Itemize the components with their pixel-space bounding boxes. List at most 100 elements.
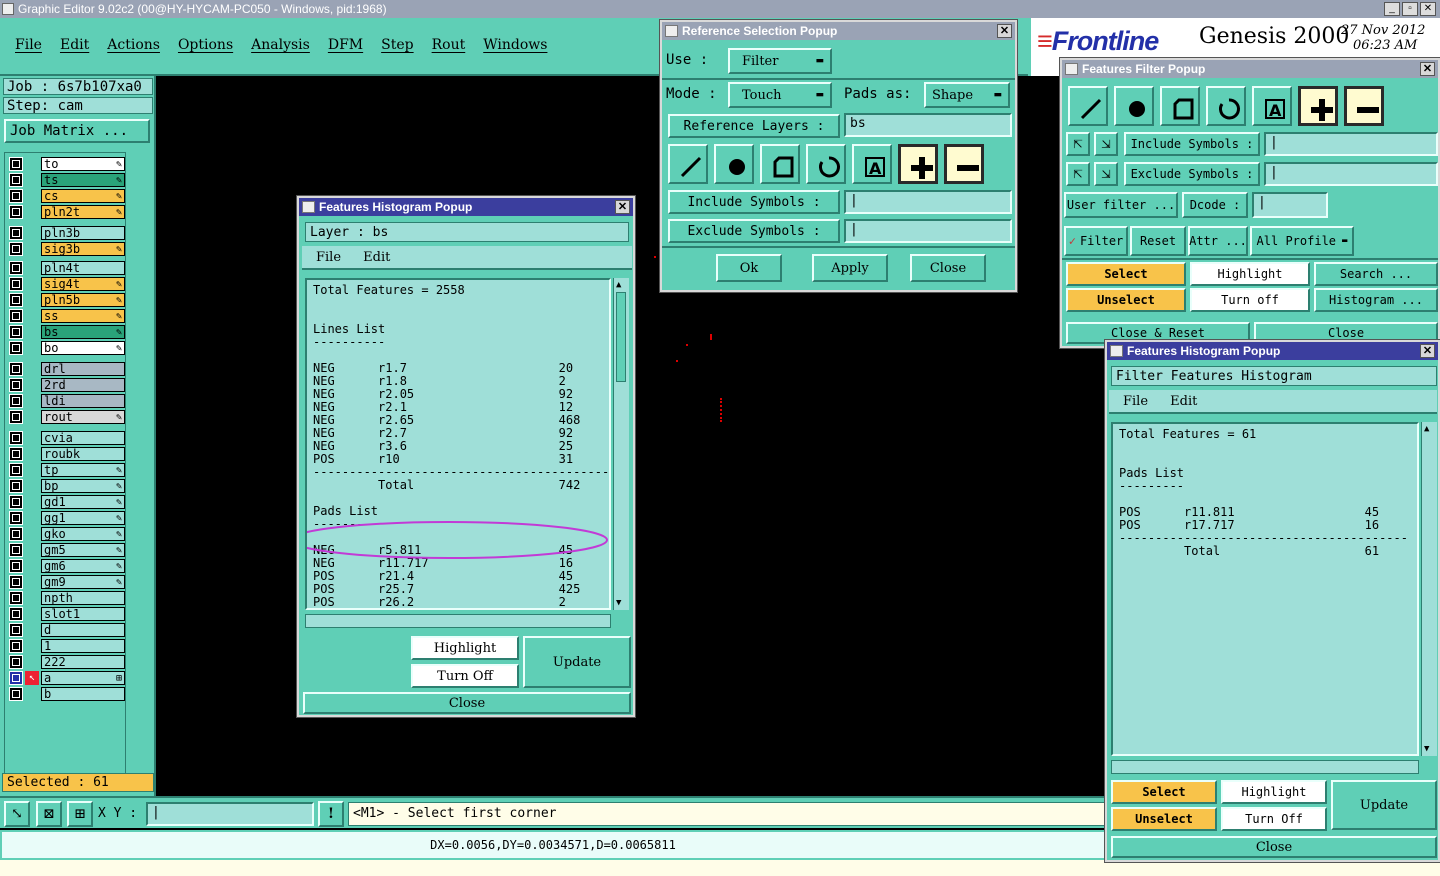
pads-as-dropdown[interactable]: Shape ▬ bbox=[924, 82, 1010, 108]
layer-name[interactable]: npth bbox=[41, 591, 125, 605]
layer-row[interactable]: bp ✎ bbox=[9, 479, 127, 493]
close-button[interactable]: Close bbox=[303, 692, 631, 714]
layer-row[interactable]: pln5b ✎ bbox=[9, 293, 127, 307]
layer-checkbox[interactable] bbox=[9, 527, 23, 541]
layer-checkbox[interactable] bbox=[9, 157, 23, 171]
layer-row[interactable]: to ✎ bbox=[9, 157, 127, 171]
layer-row[interactable]: 1 bbox=[9, 639, 127, 653]
layer-checkbox[interactable] bbox=[9, 671, 23, 685]
layer-row[interactable]: ↖ a ⊞ bbox=[9, 671, 127, 685]
layer-checkbox[interactable] bbox=[9, 410, 23, 424]
layer-name[interactable]: bo ✎ bbox=[41, 341, 125, 355]
layer-row[interactable]: 222 bbox=[9, 655, 127, 669]
highlight-button[interactable]: Highlight bbox=[1190, 262, 1310, 286]
maximize-button[interactable]: ▫ bbox=[1402, 2, 1418, 16]
turn-off-button[interactable]: Turn Off bbox=[411, 664, 519, 688]
histogram-left-title-bar[interactable]: Features Histogram Popup ✕ bbox=[299, 198, 633, 216]
close-window-button[interactable]: ✕ bbox=[1420, 2, 1436, 16]
layer-row[interactable]: roubk bbox=[9, 447, 127, 461]
reference-title-bar[interactable]: Reference Selection Popup ✕ bbox=[662, 22, 1015, 40]
mode-dropdown[interactable]: Touch ▬ bbox=[728, 82, 832, 108]
layer-name[interactable]: b bbox=[41, 687, 125, 701]
menu-file[interactable]: File bbox=[316, 250, 341, 265]
layer-checkbox[interactable] bbox=[9, 591, 23, 605]
layer-name[interactable]: pln4t bbox=[41, 261, 125, 275]
menu-analysis[interactable]: Analysis bbox=[251, 37, 310, 53]
include-pick-icon[interactable]: ⇱ bbox=[1066, 132, 1090, 156]
layer-row[interactable]: ts ✎ bbox=[9, 173, 127, 187]
profile-dropdown[interactable]: All Profile ▬ bbox=[1250, 226, 1354, 256]
layer-checkbox[interactable] bbox=[9, 261, 23, 275]
xy-input[interactable]: | bbox=[146, 802, 314, 826]
layer-scroll-area[interactable] bbox=[128, 152, 152, 788]
histogram-button[interactable]: Histogram ... bbox=[1314, 288, 1438, 312]
layer-row[interactable]: bs ✎ bbox=[9, 325, 127, 339]
layer-name[interactable]: sig4t ✎ bbox=[41, 277, 125, 291]
layer-row[interactable]: pln4t bbox=[9, 261, 127, 275]
layer-name[interactable]: cvia bbox=[41, 431, 125, 445]
layer-checkbox[interactable] bbox=[9, 623, 23, 637]
turn-off-button[interactable]: Turn Off bbox=[1221, 807, 1327, 831]
menu-file[interactable]: File bbox=[15, 37, 42, 53]
surface-icon[interactable] bbox=[760, 144, 800, 184]
layer-checkbox[interactable] bbox=[9, 447, 23, 461]
apply-button[interactable]: Apply bbox=[812, 254, 888, 282]
layer-checkbox[interactable] bbox=[9, 325, 23, 339]
close-icon[interactable]: ✕ bbox=[1420, 62, 1435, 76]
measure-icon[interactable]: ⊠ bbox=[36, 801, 62, 827]
layer-name[interactable]: cs ✎ bbox=[41, 189, 125, 203]
update-button[interactable]: Update bbox=[523, 636, 631, 688]
layer-row[interactable]: bo ✎ bbox=[9, 341, 127, 355]
layer-name[interactable]: a ⊞ bbox=[41, 671, 125, 685]
layer-name[interactable]: roubk bbox=[41, 447, 125, 461]
layer-checkbox[interactable] bbox=[9, 607, 23, 621]
text-icon[interactable]: A bbox=[1252, 86, 1292, 126]
layer-row[interactable]: pln3b bbox=[9, 226, 127, 240]
include-symbols-button[interactable]: Include Symbols : bbox=[668, 190, 840, 214]
layer-checkbox[interactable] bbox=[9, 687, 23, 701]
layer-name[interactable]: gko ✎ bbox=[41, 527, 125, 541]
line-icon[interactable] bbox=[668, 144, 708, 184]
menu-edit[interactable]: Edit bbox=[60, 37, 89, 53]
layer-checkbox[interactable] bbox=[9, 242, 23, 256]
layer-name[interactable]: tp ✎ bbox=[41, 463, 125, 477]
minimize-button[interactable]: _ bbox=[1384, 2, 1400, 16]
exclude-symbols-button[interactable]: Exclude Symbols : bbox=[1124, 162, 1260, 186]
close-button[interactable]: Close bbox=[1111, 836, 1437, 858]
line-icon[interactable] bbox=[1068, 86, 1108, 126]
layer-row[interactable]: gko ✎ bbox=[9, 527, 127, 541]
layer-name[interactable]: bs ✎ bbox=[41, 325, 125, 339]
dcode-button[interactable]: Dcode : bbox=[1182, 192, 1248, 218]
menu-step[interactable]: Step bbox=[381, 37, 413, 53]
layer-row[interactable]: gm9 ✎ bbox=[9, 575, 127, 589]
layer-checkbox[interactable] bbox=[9, 639, 23, 653]
layer-checkbox[interactable] bbox=[9, 479, 23, 493]
arc-icon[interactable] bbox=[806, 144, 846, 184]
layer-name[interactable]: slot1 bbox=[41, 607, 125, 621]
reset-button[interactable]: Reset bbox=[1130, 226, 1186, 256]
layer-checkbox[interactable] bbox=[9, 575, 23, 589]
layer-row[interactable]: gm5 ✎ bbox=[9, 543, 127, 557]
layer-row[interactable]: slot1 bbox=[9, 607, 127, 621]
layer-row[interactable]: tp ✎ bbox=[9, 463, 127, 477]
pad-icon[interactable] bbox=[1114, 86, 1154, 126]
select-button[interactable]: Select bbox=[1111, 780, 1217, 804]
plus-icon[interactable] bbox=[898, 144, 938, 184]
layer-checkbox[interactable] bbox=[9, 394, 23, 408]
layer-checkbox[interactable] bbox=[9, 362, 23, 376]
layer-name[interactable]: gg1 ✎ bbox=[41, 511, 125, 525]
menu-rout[interactable]: Rout bbox=[432, 37, 466, 53]
layer-name[interactable]: gm9 ✎ bbox=[41, 575, 125, 589]
text-icon[interactable]: A bbox=[852, 144, 892, 184]
layer-row[interactable]: d bbox=[9, 623, 127, 637]
layer-row[interactable]: pln2t ✎ bbox=[9, 205, 127, 219]
ok-button[interactable]: Ok bbox=[716, 254, 782, 282]
pad-icon[interactable] bbox=[714, 144, 754, 184]
search-button[interactable]: Search ... bbox=[1314, 262, 1438, 286]
layer-name[interactable]: gm6 ✎ bbox=[41, 559, 125, 573]
use-dropdown[interactable]: Filter ▬ bbox=[728, 48, 832, 74]
plus-icon[interactable] bbox=[1298, 86, 1338, 126]
layer-name[interactable]: gm5 ✎ bbox=[41, 543, 125, 557]
reference-layers-button[interactable]: Reference Layers : bbox=[668, 114, 840, 138]
layer-row[interactable]: cs ✎ bbox=[9, 189, 127, 203]
